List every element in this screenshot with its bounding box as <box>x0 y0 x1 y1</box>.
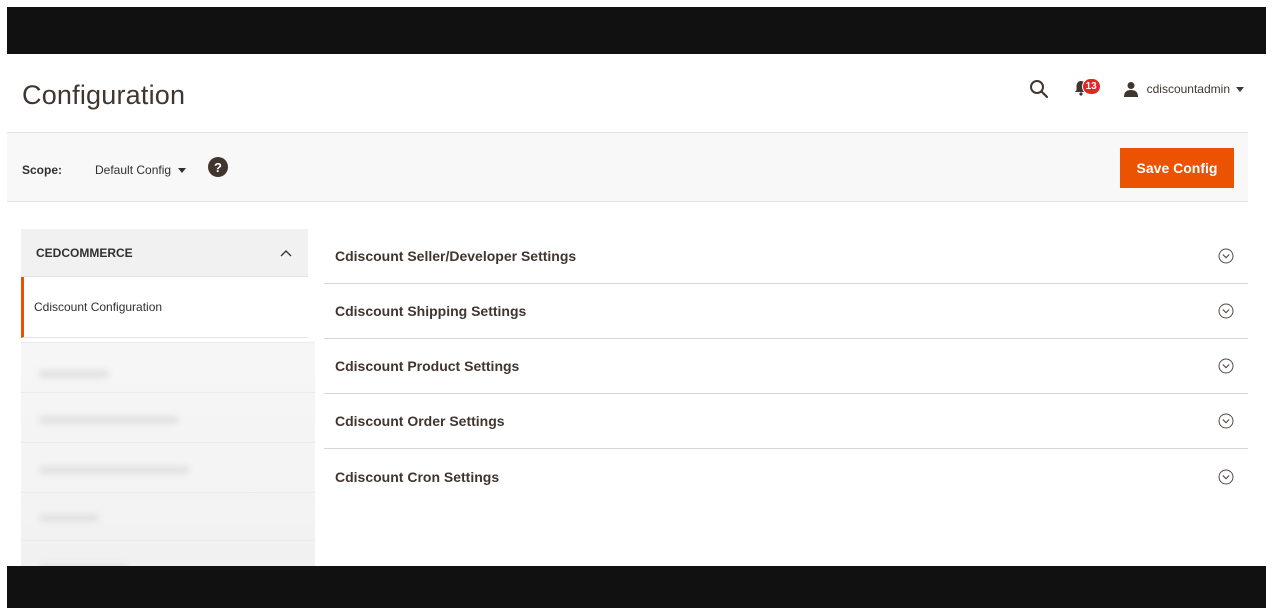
chevron-down-icon <box>1236 86 1244 92</box>
section-cron-settings[interactable]: Cdiscount Cron Settings <box>324 449 1248 504</box>
section-seller-developer-settings[interactable]: Cdiscount Seller/Developer Settings <box>324 229 1248 284</box>
config-sidebar: CEDCOMMERCE Cdiscount Configuration <box>21 229 308 338</box>
page-title: Configuration <box>22 80 186 110</box>
scope-switcher[interactable]: Default Config <box>95 163 187 177</box>
sidebar-group-title: CEDCOMMERCE <box>36 245 133 260</box>
username: cdiscountadmin <box>1146 82 1230 96</box>
scope-label: Scope: <box>22 163 63 177</box>
section-order-settings[interactable]: Cdiscount Order Settings <box>324 394 1248 449</box>
chevron-down-circle-icon <box>1218 358 1234 374</box>
sidebar-group-cedcommerce[interactable]: CEDCOMMERCE <box>21 229 308 277</box>
search-icon[interactable] <box>1025 76 1053 102</box>
blurred-sidebar-region <box>21 342 315 590</box>
help-icon[interactable]: ? <box>208 157 228 177</box>
chevron-down-circle-icon <box>1218 303 1234 319</box>
user-account-menu[interactable]: cdiscountadmin <box>1123 81 1244 97</box>
user-icon <box>1123 82 1138 97</box>
section-title: Cdiscount Shipping Settings <box>335 303 527 319</box>
notifications-button[interactable]: 13 <box>1073 76 1105 102</box>
section-product-settings[interactable]: Cdiscount Product Settings <box>324 339 1248 394</box>
scope-value: Default Config <box>95 163 172 177</box>
sidebar-item-cdiscount-configuration[interactable]: Cdiscount Configuration <box>21 277 308 338</box>
section-title: Cdiscount Product Settings <box>335 358 520 374</box>
config-sections: Cdiscount Seller/Developer Settings Cdis… <box>324 229 1248 504</box>
save-config-button[interactable]: Save Config <box>1120 148 1234 188</box>
section-title: Cdiscount Order Settings <box>335 413 505 429</box>
chevron-down-circle-icon <box>1218 413 1234 429</box>
chevron-down-circle-icon <box>1218 248 1234 264</box>
section-title: Cdiscount Cron Settings <box>335 468 500 485</box>
chevron-up-icon <box>280 249 292 256</box>
chevron-down-circle-icon <box>1218 469 1234 484</box>
section-title: Cdiscount Seller/Developer Settings <box>335 248 577 264</box>
header-actions: 13 cdiscountadmin <box>1025 76 1244 102</box>
notification-count-badge: 13 <box>1081 78 1101 95</box>
top-blackout-bar <box>7 7 1266 54</box>
sidebar-item-label: Cdiscount Configuration <box>34 300 163 314</box>
chevron-down-icon <box>178 167 187 173</box>
scope-toolbar: Scope: Default Config ? Save Config <box>7 132 1248 202</box>
bottom-blackout-bar <box>7 566 1266 608</box>
section-shipping-settings[interactable]: Cdiscount Shipping Settings <box>324 284 1248 339</box>
